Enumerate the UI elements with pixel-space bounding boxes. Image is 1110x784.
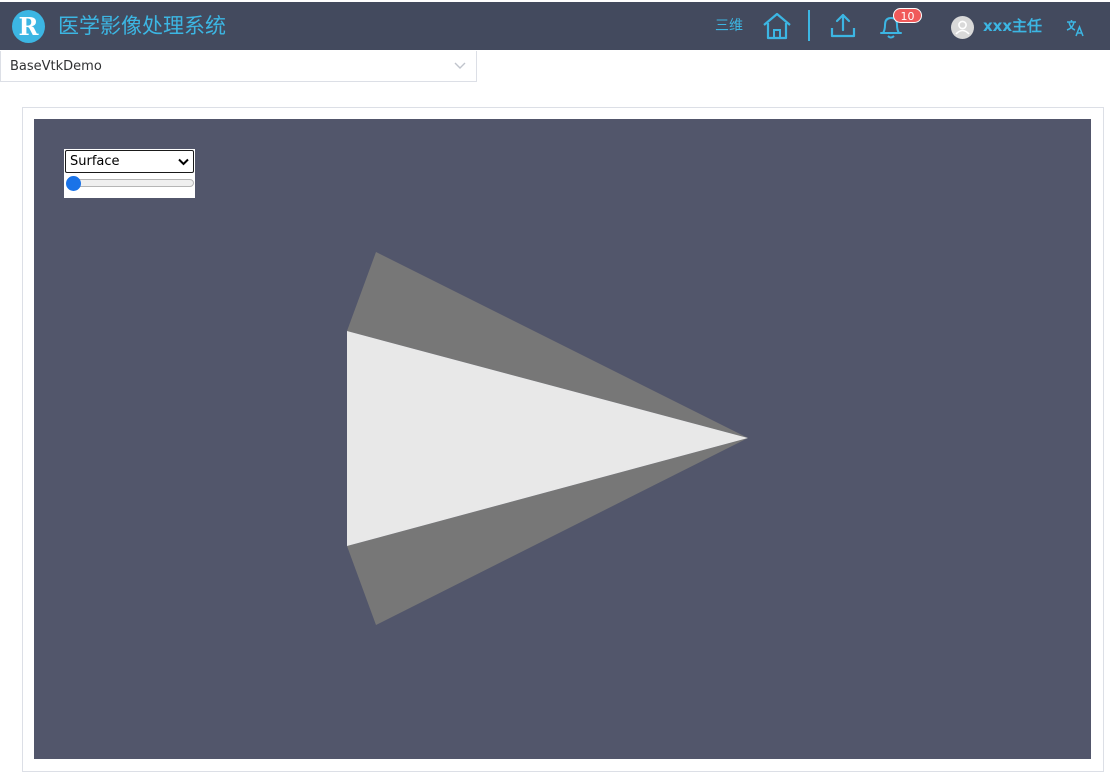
- notification-badge: 10: [893, 8, 922, 23]
- representation-select-value: Surface: [70, 154, 120, 169]
- resolution-slider-thumb[interactable]: [66, 176, 81, 191]
- app-logo: R: [12, 10, 45, 43]
- resolution-slider[interactable]: [67, 179, 194, 187]
- chevron-down-icon: [178, 158, 189, 166]
- home-button[interactable]: [762, 12, 792, 40]
- demo-select-value: BaseVtkDemo: [10, 59, 102, 74]
- demo-select[interactable]: BaseVtkDemo: [0, 51, 477, 82]
- user-name[interactable]: xxx主任: [983, 16, 1042, 36]
- translate-icon: [1066, 20, 1084, 37]
- representation-select[interactable]: Surface: [65, 150, 194, 173]
- home-icon: [763, 12, 791, 40]
- upload-icon: [830, 13, 856, 38]
- 3d-mode-button[interactable]: 三维: [715, 17, 743, 35]
- app-title: 医学影像处理系统: [58, 14, 226, 38]
- header-divider: [808, 10, 810, 41]
- language-button[interactable]: [1066, 19, 1085, 37]
- avatar[interactable]: [951, 16, 974, 39]
- chevron-down-icon: [454, 62, 466, 69]
- cone-render: [347, 252, 748, 625]
- upload-button[interactable]: [830, 13, 856, 38]
- user-icon: [955, 20, 970, 35]
